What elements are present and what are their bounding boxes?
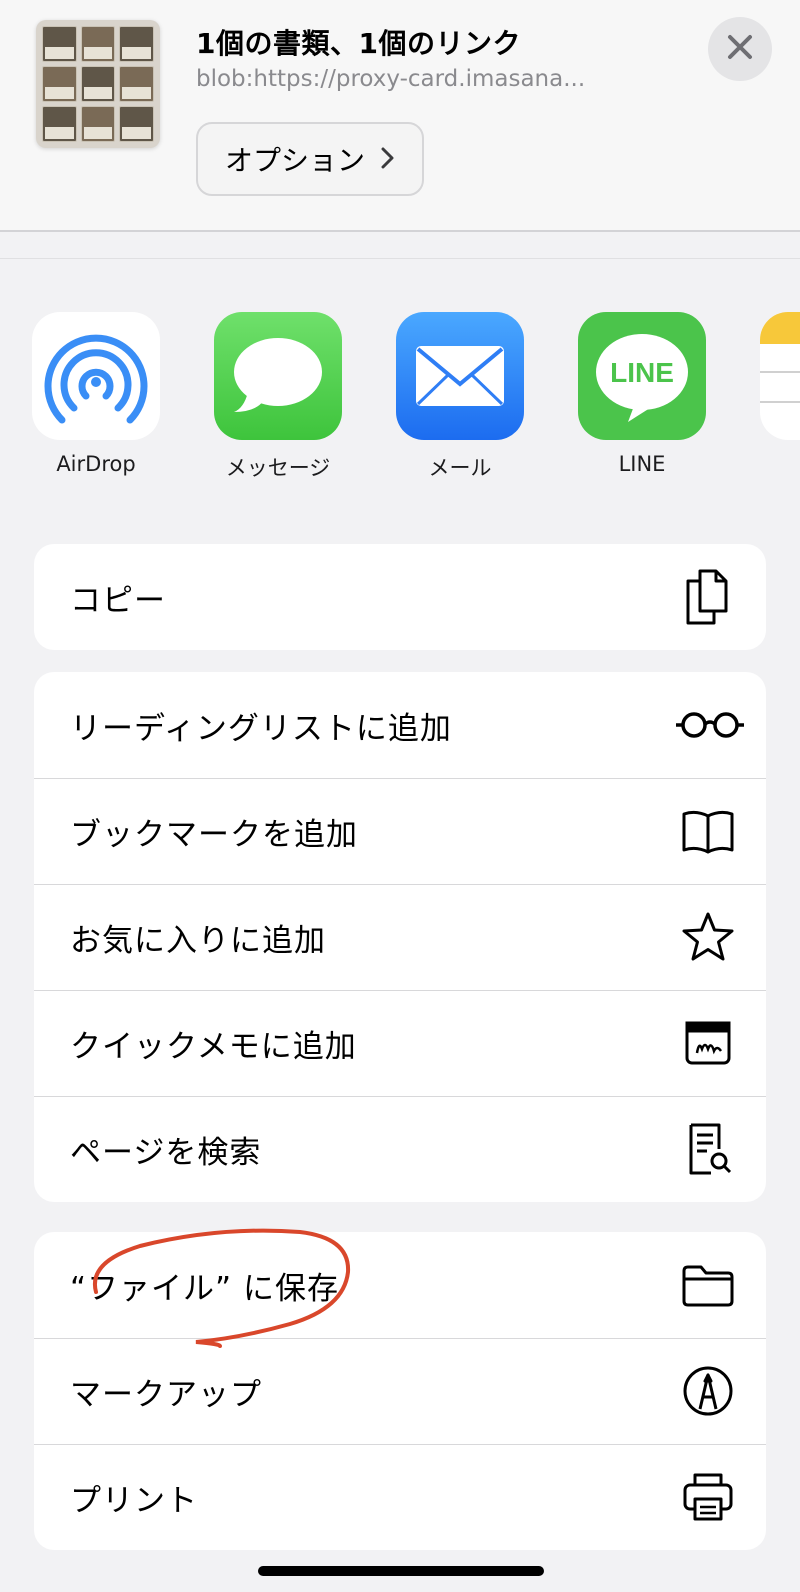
app-airdrop[interactable]: AirDrop	[32, 312, 160, 476]
app-mail[interactable]: メール	[396, 312, 524, 482]
share-sheet-header: 1個の書類、1個のリンク blob:https://proxy-card.ima…	[0, 0, 800, 232]
app-label: メール	[428, 456, 492, 480]
close-icon	[727, 34, 753, 64]
options-button[interactable]: オプション	[196, 122, 424, 196]
printer-icon	[678, 1467, 738, 1527]
app-messages[interactable]: メッセージ	[214, 312, 342, 482]
action-label: ブックマークを追加	[70, 816, 358, 853]
action-label: コピー	[70, 582, 166, 619]
action-markup[interactable]: マークアップ	[34, 1338, 766, 1444]
app-label: AirDrop	[56, 452, 136, 476]
action-save-to-files[interactable]: “ファイル” に保存	[34, 1232, 766, 1338]
copy-icon	[678, 567, 738, 627]
line-icon: LINE	[578, 312, 706, 440]
action-label: マークアップ	[70, 1376, 262, 1413]
markup-icon	[678, 1361, 738, 1421]
app-line[interactable]: LINE LINE	[578, 312, 706, 476]
action-label: お気に入りに追加	[70, 922, 326, 959]
home-indicator[interactable]	[258, 1566, 544, 1576]
app-label: メッセージ	[225, 456, 331, 480]
star-icon	[678, 907, 738, 967]
book-icon	[678, 801, 738, 861]
action-group-files: “ファイル” に保存 マークアップ プリント	[34, 1232, 766, 1550]
action-copy[interactable]: コピー	[34, 544, 766, 650]
action-reading-list[interactable]: リーディングリストに追加	[34, 672, 766, 778]
close-button[interactable]	[708, 17, 772, 81]
action-label: リーディングリストに追加	[70, 710, 452, 747]
action-label: ページを検索	[70, 1134, 262, 1171]
glasses-icon	[674, 695, 746, 755]
app-label: LINE	[618, 452, 666, 476]
header-divider	[0, 230, 800, 232]
share-title: 1個の書類、1個のリンク	[196, 27, 521, 60]
options-label: オプション	[224, 144, 365, 177]
quick-note-icon	[678, 1013, 738, 1073]
action-quick-note[interactable]: クイックメモに追加	[34, 990, 766, 1096]
share-subtitle-url: blob:https://proxy-card.imasana...	[196, 66, 586, 92]
share-app-row: AirDrop メッセージ メール LINE LINE	[0, 312, 800, 482]
action-label: “ファイル” に保存	[70, 1270, 339, 1307]
airdrop-icon	[32, 312, 160, 440]
find-on-page-icon	[678, 1119, 738, 1179]
mail-icon	[396, 312, 524, 440]
chevron-right-icon	[381, 143, 395, 176]
messages-icon	[214, 312, 342, 440]
app-notes[interactable]	[760, 312, 800, 452]
header-divider-2	[0, 258, 800, 259]
action-add-favorites[interactable]: お気に入りに追加	[34, 884, 766, 990]
line-icon-text: LINE	[610, 357, 674, 388]
action-group-copy: コピー	[34, 544, 766, 650]
action-print[interactable]: プリント	[34, 1444, 766, 1550]
action-group-add: リーディングリストに追加 ブックマークを追加 お気に入りに追加 クイックメモに追…	[34, 672, 766, 1202]
action-label: プリント	[70, 1482, 198, 1519]
document-thumbnail	[36, 20, 160, 148]
action-label: クイックメモに追加	[70, 1028, 357, 1065]
folder-icon	[678, 1255, 738, 1315]
action-add-bookmark[interactable]: ブックマークを追加	[34, 778, 766, 884]
action-find-on-page[interactable]: ページを検索	[34, 1096, 766, 1202]
notes-icon	[760, 312, 800, 440]
